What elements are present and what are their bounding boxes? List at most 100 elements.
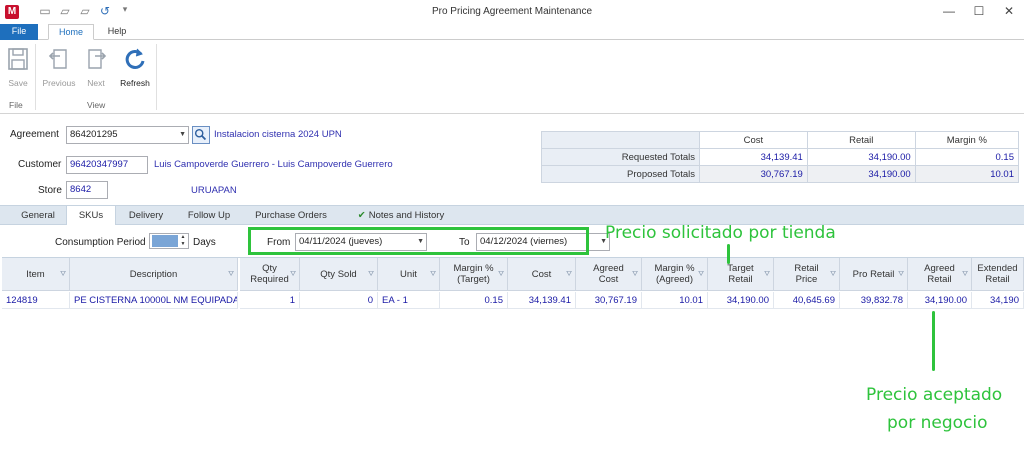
column-header-retail-price[interactable]: Retail Price ⛛ [774, 258, 840, 291]
next-button-label: Next [87, 78, 105, 88]
search-icon [194, 128, 207, 141]
window-title: Pro Pricing Agreement Maintenance [431, 6, 593, 17]
table-cell[interactable]: EA - 1 [378, 292, 440, 309]
agreement-description: Instalacion cisterna 2024 UPN [214, 129, 342, 140]
table-cell[interactable]: PE CISTERNA 10000L NM EQUIPADA [70, 292, 238, 309]
next-button[interactable]: Next [80, 46, 112, 88]
chevron-down-icon: ▼ [179, 131, 186, 138]
previous-button[interactable]: Previous [40, 46, 78, 88]
totals-corner [541, 131, 700, 149]
filter-icon: ⛛ [430, 271, 436, 278]
maximize-button[interactable]: ☐ [964, 0, 994, 22]
totals-header-margin: Margin % [914, 131, 1020, 149]
tab-help[interactable]: Help [100, 24, 134, 40]
table-cell[interactable]: 34,190.00 [908, 292, 972, 309]
customer-name-link[interactable]: Luis Campoverde Guerrero - Luis Campover… [154, 159, 393, 170]
agreement-combo[interactable]: 864201295 ▼ [66, 126, 189, 144]
filter-icon: ⛛ [368, 271, 374, 278]
filter-icon: ⛛ [290, 271, 296, 278]
proposed-totals-label: Proposed Totals [541, 165, 700, 183]
ribbon-tab-strip: File Home Help [0, 24, 1024, 40]
column-header-agreed-retail[interactable]: Agreed Retail ⛛ [908, 258, 972, 291]
column-header-cost[interactable]: Cost ⛛ [508, 258, 576, 291]
minimize-button[interactable]: — [934, 0, 964, 22]
store-label: Store [38, 185, 62, 196]
filter-icon: ⛛ [60, 271, 66, 278]
highlight-box [248, 227, 589, 255]
requested-totals-label: Requested Totals [541, 148, 700, 166]
proposed-retail: 34,190.00 [806, 165, 916, 183]
days-label: Days [193, 237, 216, 248]
filter-icon: ⛛ [698, 271, 704, 278]
table-cell[interactable]: 0.15 [440, 292, 508, 309]
annotation-line [932, 311, 935, 371]
column-header-qty-required[interactable]: Qty Required ⛛ [240, 258, 300, 291]
store-name: URUAPAN [191, 185, 237, 196]
requested-totals-row: Requested Totals 34,139.41 34,190.00 0.1… [541, 148, 1020, 166]
tab-general[interactable]: General [12, 206, 64, 225]
previous-icon [48, 49, 67, 69]
column-header-target-retail[interactable]: Target Retail ⛛ [708, 258, 774, 291]
agreement-value: 864201295 [70, 129, 118, 140]
column-header-margin-target[interactable]: Margin % (Target) ⛛ [440, 258, 508, 291]
requested-margin: 0.15 [914, 148, 1020, 166]
content-tab-strip: General SKUs Delivery Follow Up Purchase… [0, 205, 1024, 225]
filter-icon: ⛛ [632, 271, 638, 278]
tab-notes-and-history[interactable]: ✔ Notes and History [345, 206, 457, 225]
agreement-search-button[interactable] [192, 126, 210, 144]
proposed-totals-row: Proposed Totals 30,767.19 34,190.00 10.0… [541, 165, 1020, 183]
customer-field[interactable]: 96420347997 [66, 156, 148, 174]
column-header-description[interactable]: Description ⛛ [70, 258, 238, 291]
table-cell[interactable]: 34,139.41 [508, 292, 576, 309]
proposed-cost: 30,767.19 [699, 165, 808, 183]
column-header-pro-retail[interactable]: Pro Retail ⛛ [840, 258, 908, 291]
close-button[interactable]: ✕ [994, 0, 1024, 22]
column-header-qty-sold[interactable]: Qty Sold ⛛ [300, 258, 378, 291]
table-cell[interactable]: 124819 [2, 292, 70, 309]
tab-skus[interactable]: SKUs [66, 206, 116, 225]
consumption-period-spinner[interactable]: ▲ ▼ [149, 233, 189, 249]
tab-file[interactable]: File [0, 24, 38, 40]
consumption-period-label: Consumption Period [55, 237, 146, 248]
tab-purchase-orders[interactable]: Purchase Orders [248, 206, 334, 225]
column-header-item[interactable]: Item ⛛ [2, 258, 70, 291]
group-label-view: View [87, 100, 106, 110]
table-cell[interactable]: 1 [240, 292, 300, 309]
refresh-button-label: Refresh [120, 78, 150, 88]
tab-delivery[interactable]: Delivery [118, 206, 174, 225]
filter-icon: ⛛ [498, 271, 504, 278]
filter-icon: ⛛ [764, 271, 770, 278]
proposed-margin: 10.01 [914, 165, 1020, 183]
sku-grid: Item ⛛ Description ⛛ Qty Required ⛛ Qty Sol… [2, 257, 1024, 456]
totals-header-retail: Retail [806, 131, 916, 149]
next-icon [88, 49, 107, 69]
table-cell[interactable]: 40,645.69 [774, 292, 840, 309]
table-cell[interactable]: 0 [300, 292, 378, 309]
ribbon: Save Previous Next Refresh File View [0, 40, 1024, 114]
tab-home[interactable]: Home [48, 24, 94, 40]
title-bar: M ▭ ▱ ▱ ↺ ▾ Pro Pricing Agreement Mainte… [0, 0, 1024, 24]
filter-icon: ⛛ [566, 271, 572, 278]
table-cell[interactable]: 34,190 [972, 292, 1024, 309]
tab-follow-up[interactable]: Follow Up [178, 206, 240, 225]
column-header-agreed-cost[interactable]: Agreed Cost ⛛ [576, 258, 642, 291]
column-header-extended-retail[interactable]: Extended Retail [972, 258, 1024, 291]
table-cell[interactable]: 10.01 [642, 292, 708, 309]
requested-retail: 34,190.00 [806, 148, 916, 166]
group-label-file: File [9, 100, 23, 110]
store-field[interactable]: 8642 [66, 181, 108, 199]
filter-icon: ⛛ [228, 271, 234, 278]
table-cell[interactable]: 34,190.00 [708, 292, 774, 309]
customer-label: Customer [18, 159, 62, 170]
table-cell[interactable]: 30,767.19 [576, 292, 642, 309]
refresh-button[interactable]: Refresh [116, 46, 154, 88]
column-header-unit[interactable]: Unit ⛛ [378, 258, 440, 291]
spinner-arrows-icon[interactable]: ▲ ▼ [178, 234, 188, 248]
table-cell[interactable]: 39,832.78 [840, 292, 908, 309]
annotation-store-price: Precio solicitado por tienda [605, 223, 836, 243]
checkmark-icon: ✔ [357, 210, 366, 221]
save-button[interactable]: Save [1, 46, 35, 88]
previous-button-label: Previous [42, 78, 76, 88]
column-header-margin-agreed[interactable]: Margin % (Agreed) ⛛ [642, 258, 708, 291]
filter-icon: ⛛ [898, 271, 904, 278]
